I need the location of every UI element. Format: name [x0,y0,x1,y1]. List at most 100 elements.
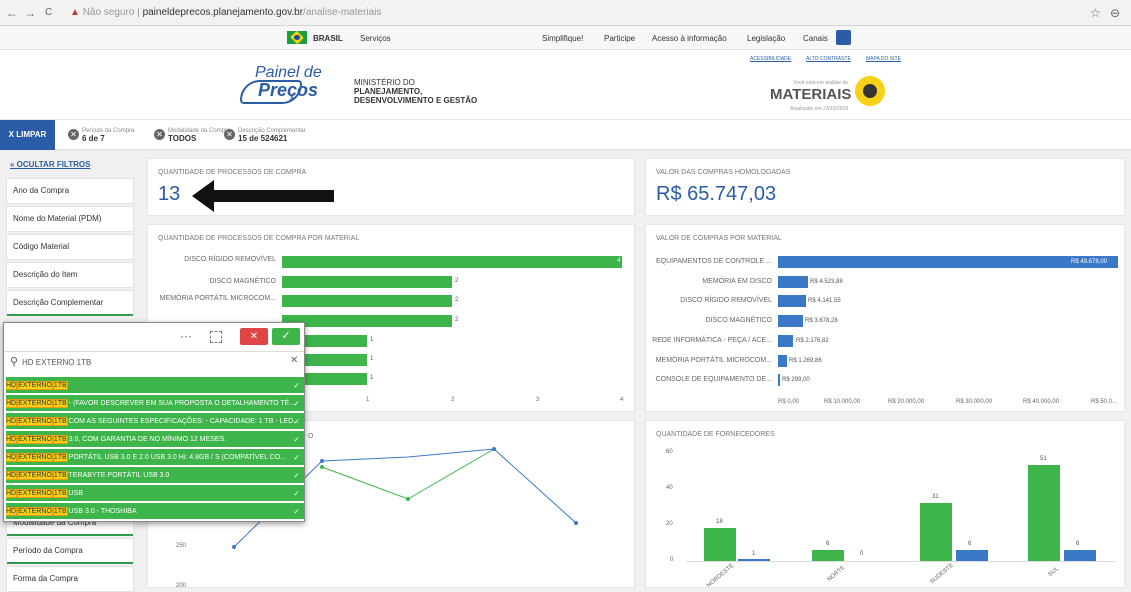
list-item[interactable]: HD EXTERNO 1TB USB ✓ [6,485,304,502]
selection-tool-icon[interactable] [210,331,222,343]
confirm-selection-button[interactable]: ✓ [272,328,300,345]
arrow-annotation-icon [192,180,214,212]
chart4-bar-green[interactable] [812,550,844,561]
chart4-axis [686,561,1116,562]
green-point [320,465,324,469]
chart4-value: 6 [826,541,830,547]
brasil-link[interactable]: BRASIL [313,34,343,43]
servicos-link[interactable]: Serviços [360,34,391,43]
kpi-processos-card: QUANTIDADE DE PROCESSOS DE COMPRA 13 [147,158,635,216]
mapa-do-site-link[interactable]: MAPA DO SITE [866,56,901,62]
chart1-label: DISCO MAGNÉTICO [209,278,276,285]
list-item[interactable]: HD EXTERNO 1TB ✓ [6,377,304,394]
chart4-bar-blue[interactable] [956,550,988,561]
filter-ano-compra[interactable]: Ano da Compra [6,178,134,204]
not-secure-label: Não seguro [82,7,135,18]
chart1-tick: 4 [620,397,624,403]
reload-button[interactable]: C [45,7,52,18]
blue-point [574,521,578,525]
blue-point [232,545,236,549]
analysis-title: MATERIAIS [770,86,852,103]
chart2-bar[interactable] [778,335,793,347]
chart1-tick: 3 [536,397,540,403]
chart4-bar-blue[interactable] [738,559,770,561]
simplifique-link[interactable]: Simplifique! [542,34,583,43]
filter-descricao-complementar[interactable]: Descrição Complementar [6,290,134,316]
chart4-value: 0 [860,551,864,557]
chart4-bar-green[interactable] [920,503,952,561]
chart4-ytick: 0 [670,557,674,563]
filter-chip-descricao[interactable]: ✕ Descrição Complementar 15 de 524621 [224,128,306,143]
canais-link[interactable]: Canais [803,34,828,43]
account-icon[interactable]: ⊖ [1110,6,1120,20]
chart1-tick: 2 [451,397,455,403]
chart1-bar[interactable] [282,315,452,327]
chart2-bar[interactable] [778,256,1118,268]
filter-codigo-material[interactable]: Código Material [6,234,134,260]
alto-contraste-link[interactable]: ALTO CONTRASTE [806,56,851,62]
chart1-value: 1 [370,356,374,362]
acesso-informacao-link[interactable]: Acesso à informação [652,34,727,43]
chart1-bar[interactable] [282,295,452,307]
clear-filters-button[interactable]: X LIMPAR [0,120,55,150]
chart2-tick: R$ 50.0... [1091,399,1118,405]
filter-forma-compra[interactable]: Forma da Compra [6,566,134,592]
chart2-label: EQUIPAMENTOS DE CONTROLE ... [655,258,772,265]
filter-nome-material[interactable]: Nome do Material (PDM) [6,206,134,232]
kpi-valor-card: VALOR DAS COMPRAS HOMOLOGADAS R$ 65.747,… [645,158,1125,216]
kpi-processos-value: 13 [158,183,181,205]
chart2-bar[interactable] [778,276,808,288]
kpi-valor-caption: VALOR DAS COMPRAS HOMOLOGADAS [656,169,791,176]
chart2-bar[interactable] [778,374,780,386]
clear-search-icon[interactable]: ✕ [290,355,298,366]
forward-button[interactable]: → [24,6,36,20]
back-button[interactable]: ← [6,6,18,20]
chart1-bar[interactable] [282,256,622,268]
updated-date: Atualizado em 23/10/2018 [790,106,849,112]
chart4-ytick: 20 [666,521,673,527]
list-item[interactable]: HD EXTERNO 1TB 3.0, COM GARANTIA DE NO M… [6,431,304,448]
list-item[interactable]: HD EXTERNO 1TB TERABYTE PORTÁTIL USB 3.0… [6,467,304,484]
chart4-bar-green[interactable] [704,528,736,561]
chart2-value: R$ 49.678,00 [1071,259,1108,265]
chart4-bar-blue[interactable] [1064,550,1096,561]
remove-icon[interactable]: ✕ [224,129,235,140]
remove-icon[interactable]: ✕ [68,129,79,140]
chart1-value: 2 [455,297,459,303]
chart2-bar[interactable] [778,295,806,307]
chart1-bar[interactable] [282,276,452,288]
list-item[interactable]: HD EXTERNO 1TB - (FAVOR DESCREVER EM SUA… [6,395,304,412]
chart2-tick: R$ 40.000,00 [1023,399,1060,405]
blue-point [320,459,324,463]
hide-filters-link[interactable]: « OCULTAR FILTROS [10,160,90,169]
list-item[interactable]: HD EXTERNO 1TB PORTÁTIL USB 3.0 E 2.0 US… [6,449,304,466]
chart4-xtick: SUDESTE [929,562,955,586]
url-host: paineldeprecos.planejamento.gov.br [142,7,304,18]
cancel-selection-button[interactable]: ✕ [240,328,268,345]
filter-chip-periodo[interactable]: ✕ Período da Compra 6 de 7 [68,128,134,143]
address-bar[interactable]: ▲ Não seguro | paineldeprecos.planejamen… [70,4,1070,22]
chart1-value: 1 [370,375,374,381]
filter-descricao-item[interactable]: Descrição do Item [6,262,134,288]
chart2-bar[interactable] [778,355,787,367]
filter-periodo-compra[interactable]: Período da Compra [6,538,134,564]
chart4-bar-green[interactable] [1028,465,1060,561]
list-item[interactable]: HD EXTERNO 1TB USB 3.0 - THOSHIBA ✓ [6,503,304,520]
bookmark-star-icon[interactable]: ☆ [1090,6,1101,20]
chart4-ytick: 40 [666,485,673,491]
chart2-value: R$ 3.678,28 [805,318,838,324]
acessibilidade-link[interactable]: ACESSIBILIDADE [750,56,791,62]
logo-line2: Preços [258,80,319,100]
accessibility-icon[interactable] [836,30,851,45]
remove-icon[interactable]: ✕ [154,129,165,140]
chart1-caption: QUANTIDADE DE PROCESSOS DE COMPRA POR MA… [158,235,360,242]
search-input[interactable] [22,354,272,370]
filter-chip-modalidade[interactable]: ✕ Modalidade da Compra TODOS [154,128,230,143]
chart2-label: DISCO MAGNÉTICO [705,317,772,324]
more-options-icon[interactable]: ··· [180,329,192,343]
legislacao-link[interactable]: Legislação [747,34,785,43]
participe-link[interactable]: Participe [604,34,635,43]
list-item[interactable]: HD EXTERNO 1TB COM AS SEGUINTES ESPECIFI… [6,413,304,430]
chart1-value: 1 [370,337,374,343]
chart2-bar[interactable] [778,315,803,327]
